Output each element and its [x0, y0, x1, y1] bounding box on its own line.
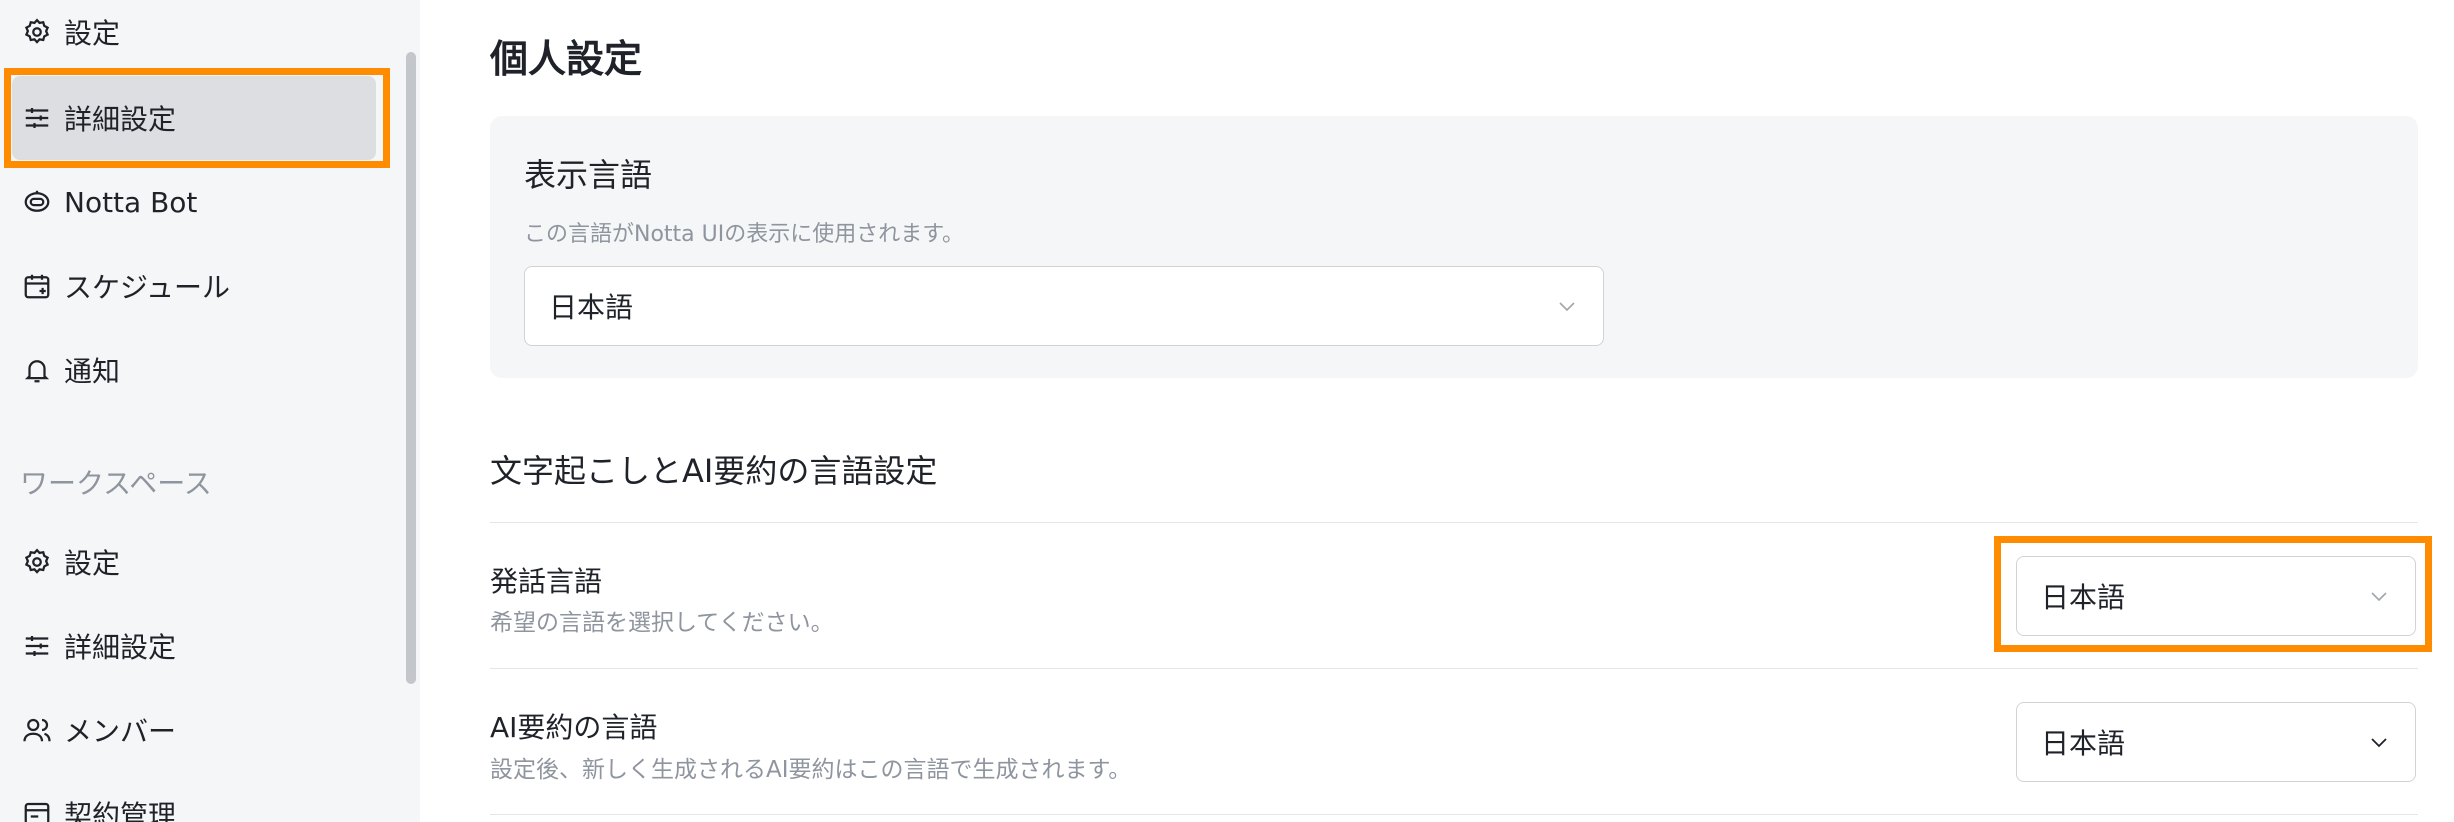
speech-language-select[interactable]: 日本語 [2016, 556, 2416, 636]
select-value: 日本語 [2041, 581, 2126, 614]
sidebar-item-label: 詳細設定 [64, 103, 177, 136]
ai-summary-language-description: 設定後、新しく生成されるAI要約はこの言語で生成されます。 [490, 757, 1132, 783]
calendar-icon [20, 269, 54, 303]
workspace-section-label: ワークスペース [20, 467, 212, 500]
sidebar-item-notta-bot[interactable]: Notta Bot [0, 160, 400, 244]
sidebar-item-label: 契約管理 [64, 799, 177, 822]
speech-language-description: 希望の言語を選択してください。 [490, 610, 834, 636]
sidebar-scrollbar[interactable] [406, 52, 416, 684]
sliders-icon [20, 101, 54, 135]
display-language-card: 表示言語 この言語がNotta UIの表示に使用されます。 日本語 [490, 116, 2418, 378]
sidebar-item-settings[interactable]: 設定 [0, 0, 400, 74]
divider [490, 522, 2418, 523]
sidebar-item-label: 設定 [64, 547, 121, 580]
ai-summary-language-label: AI要約の言語 [490, 711, 658, 744]
sidebar-item-schedule[interactable]: スケジュール [0, 244, 400, 328]
sidebar-item-notifications[interactable]: 通知 [0, 328, 400, 412]
sidebar-item-members[interactable]: メンバー [0, 688, 400, 772]
sliders-icon [20, 629, 54, 663]
sidebar-item-label: 設定 [64, 17, 121, 50]
speech-language-label: 発話言語 [490, 565, 603, 598]
sidebar: 設定 詳細設定 Notta Bot スケジュール 通知 ワークスペース 設定 詳… [0, 0, 420, 822]
users-icon [20, 713, 54, 747]
sidebar-item-label: メンバー [64, 715, 177, 748]
chevron-down-icon [2371, 738, 2387, 748]
sidebar-item-billing[interactable]: 契約管理 [0, 772, 400, 822]
chevron-down-icon [1559, 302, 1575, 312]
chevron-down-icon [2371, 592, 2387, 602]
sidebar-item-advanced-settings[interactable]: 詳細設定 [12, 76, 376, 160]
sidebar-item-label: スケジュール [64, 271, 231, 304]
sidebar-item-label: Notta Bot [64, 185, 198, 219]
display-language-select[interactable]: 日本語 [524, 266, 1604, 346]
sidebar-item-label: 詳細設定 [64, 631, 177, 664]
gear-icon [20, 15, 54, 49]
gear-icon [20, 545, 54, 579]
page-title: 個人設定 [490, 37, 643, 81]
language-section-title: 文字起こしとAI要約の言語設定 [490, 452, 938, 490]
bot-icon [20, 185, 54, 219]
select-value: 日本語 [549, 291, 634, 324]
divider [490, 668, 2418, 669]
ai-summary-language-select[interactable]: 日本語 [2016, 702, 2416, 782]
sidebar-item-workspace-settings[interactable]: 設定 [0, 520, 400, 604]
display-language-description: この言語がNotta UIの表示に使用されます。 [524, 222, 965, 247]
display-language-title: 表示言語 [524, 156, 653, 194]
bell-icon [20, 353, 54, 387]
divider [490, 814, 2418, 815]
app: 設定 詳細設定 Notta Bot スケジュール 通知 ワークスペース 設定 詳… [0, 0, 2454, 822]
billing-icon [20, 797, 54, 822]
sidebar-item-label: 通知 [64, 355, 121, 388]
sidebar-item-workspace-advanced-settings[interactable]: 詳細設定 [0, 604, 400, 688]
select-value: 日本語 [2041, 727, 2126, 760]
